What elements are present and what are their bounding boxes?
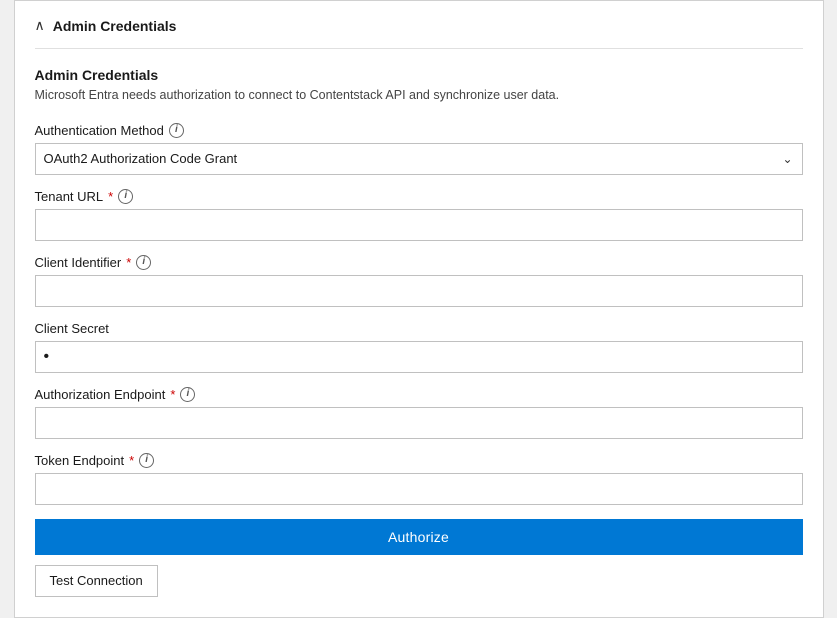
authorization-endpoint-group: Authorization Endpoint * i [35, 387, 803, 439]
authorization-endpoint-required: * [170, 387, 175, 402]
token-endpoint-input[interactable] [35, 473, 803, 505]
token-endpoint-label: Token Endpoint * i [35, 453, 803, 468]
auth-method-label: Authentication Method i [35, 123, 803, 138]
client-secret-input[interactable] [35, 341, 803, 373]
client-secret-label: Client Secret [35, 321, 803, 336]
auth-method-select-wrapper: OAuth2 Authorization Code Grant ⌄ [35, 143, 803, 175]
card-header: ∧ Admin Credentials [35, 17, 803, 49]
token-endpoint-info-icon[interactable]: i [139, 453, 154, 468]
tenant-url-input[interactable] [35, 209, 803, 241]
test-connection-button[interactable]: Test Connection [35, 565, 158, 597]
token-endpoint-group: Token Endpoint * i [35, 453, 803, 505]
collapse-icon[interactable]: ∧ [35, 17, 45, 34]
client-secret-group: Client Secret [35, 321, 803, 373]
client-identifier-input[interactable] [35, 275, 803, 307]
tenant-url-info-icon[interactable]: i [118, 189, 133, 204]
client-identifier-required: * [126, 255, 131, 270]
authorization-endpoint-label: Authorization Endpoint * i [35, 387, 803, 402]
client-identifier-label: Client Identifier * i [35, 255, 803, 270]
authorization-endpoint-info-icon[interactable]: i [180, 387, 195, 402]
tenant-url-group: Tenant URL * i [35, 189, 803, 241]
client-identifier-group: Client Identifier * i [35, 255, 803, 307]
auth-method-info-icon[interactable]: i [169, 123, 184, 138]
authorize-button[interactable]: Authorize [35, 519, 803, 555]
admin-credentials-card: ∧ Admin Credentials Admin Credentials Mi… [14, 0, 824, 618]
auth-method-group: Authentication Method i OAuth2 Authoriza… [35, 123, 803, 175]
authorization-endpoint-input[interactable] [35, 407, 803, 439]
card-header-title: Admin Credentials [53, 18, 177, 34]
auth-method-select[interactable]: OAuth2 Authorization Code Grant [35, 143, 803, 175]
section-description: Microsoft Entra needs authorization to c… [35, 87, 803, 105]
client-identifier-info-icon[interactable]: i [136, 255, 151, 270]
token-endpoint-required: * [129, 453, 134, 468]
tenant-url-label: Tenant URL * i [35, 189, 803, 204]
tenant-url-required: * [108, 189, 113, 204]
section-title: Admin Credentials [35, 67, 803, 83]
